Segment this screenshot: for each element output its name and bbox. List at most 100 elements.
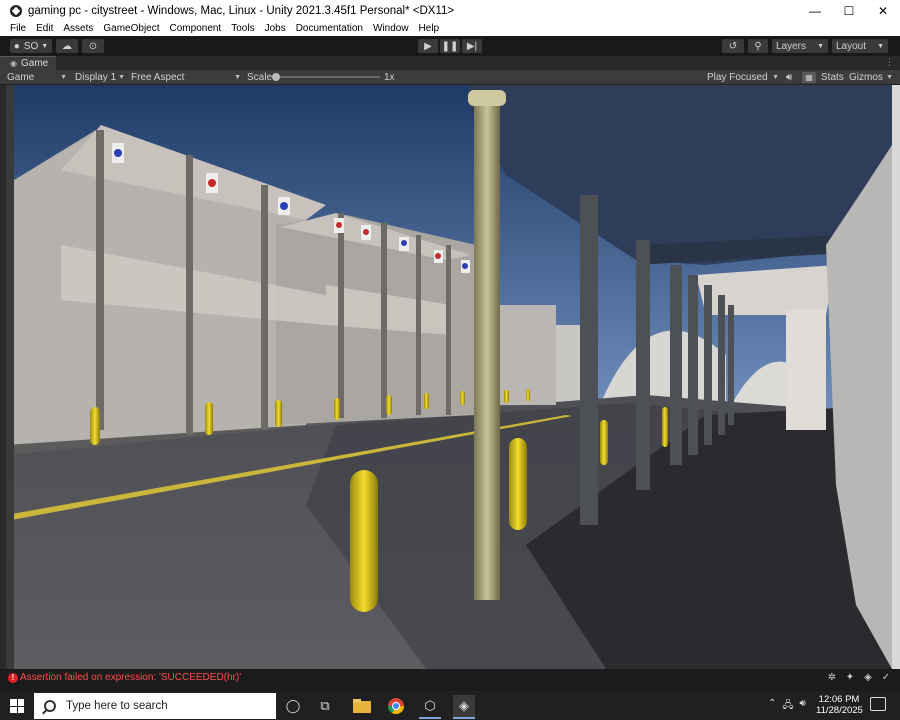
- chevron-down-icon: ▼: [118, 74, 125, 81]
- history-icon: ↺: [728, 40, 738, 52]
- aspect-dropdown[interactable]: Free Aspect ▼: [128, 71, 244, 84]
- wooden-pole-top: [468, 90, 506, 106]
- pause-button[interactable]: ❚❚: [440, 39, 460, 53]
- cloud-icon: ☁: [62, 40, 72, 52]
- active-indicator: [453, 717, 475, 719]
- menu-bar: File Edit Assets GameObject Component To…: [0, 22, 900, 36]
- search-icon: ⚲: [754, 40, 762, 52]
- wooden-pole: [474, 100, 500, 600]
- mute-audio-icon[interactable]: 🔊︎: [786, 71, 798, 84]
- windows-taskbar: Type here to search ◯ ⧉ ⬡ ◈ ⌃ 🖧︎ 🔊︎ 12:0…: [0, 691, 900, 720]
- window-titlebar: gaming pc - citystreet - Windows, Mac, L…: [0, 0, 900, 22]
- active-indicator: [419, 717, 441, 719]
- chevron-down-icon: ▼: [60, 74, 67, 81]
- chevron-down-icon: ▼: [886, 74, 893, 81]
- account-icon: ●: [13, 40, 20, 52]
- console-error-message[interactable]: Assertion failed on expression: 'SUCCEED…: [20, 672, 241, 683]
- cortana-icon[interactable]: ◯: [282, 695, 304, 717]
- scale-slider-handle[interactable]: [272, 73, 280, 81]
- display-dropdown[interactable]: Display 1 ▼: [72, 71, 128, 84]
- menu-file[interactable]: File: [0, 22, 31, 36]
- pause-icon: ❚❚: [441, 40, 459, 52]
- scene-render: [6, 85, 892, 669]
- menu-component[interactable]: Component: [165, 22, 227, 36]
- task-view-icon[interactable]: ⧉: [314, 695, 336, 717]
- chevron-down-icon: ▼: [41, 42, 49, 50]
- notification-icon[interactable]: [870, 697, 886, 711]
- menu-edit[interactable]: Edit: [31, 22, 58, 36]
- panel-tab-bar: ◉ Game ⋮: [0, 56, 900, 70]
- vsync-toggle-icon[interactable]: ▦: [802, 72, 816, 83]
- status-icons: ✲ ✦ ◈ ✓: [826, 672, 892, 684]
- tab-game[interactable]: ◉ Game: [0, 56, 57, 70]
- chrome-icon[interactable]: [385, 695, 407, 717]
- menu-window[interactable]: Window: [368, 22, 414, 36]
- taskbar-clock[interactable]: 12:06 PM 11/28/2025: [816, 694, 863, 716]
- windows-start-icon[interactable]: [10, 699, 24, 713]
- game-viewport[interactable]: [6, 85, 892, 669]
- layers-dropdown[interactable]: Layers ▼: [772, 39, 828, 53]
- more-options-icon[interactable]: ⋮: [885, 57, 894, 68]
- gamepad-icon: ◉: [10, 59, 17, 68]
- account-dropdown[interactable]: ● SO ▼: [10, 39, 52, 53]
- unity-logo-icon: [10, 5, 22, 17]
- step-button[interactable]: ▶|: [462, 39, 482, 53]
- menu-tools[interactable]: Tools: [226, 22, 259, 36]
- console-status-bar[interactable]: ! Assertion failed on expression: 'SUCCE…: [0, 669, 900, 691]
- play-mode-dropdown[interactable]: Play Focused ▼: [704, 71, 782, 84]
- tab-game-label: Game: [20, 58, 49, 69]
- gizmos-label: Gizmos: [849, 72, 883, 83]
- minimize-button[interactable]: —: [798, 0, 832, 22]
- menu-assets[interactable]: Assets: [58, 22, 98, 36]
- unity-editor-icon[interactable]: ◈: [453, 695, 475, 717]
- network-icon[interactable]: 🖧︎: [782, 698, 793, 715]
- layout-dropdown[interactable]: Layout ▼: [832, 39, 888, 53]
- scale-label: Scale: [247, 72, 273, 83]
- cache-icon[interactable]: ◈: [862, 672, 874, 684]
- taskbar-search-input[interactable]: Type here to search: [34, 693, 276, 719]
- scale-value: 1x: [384, 72, 395, 83]
- step-icon: ▶|: [466, 40, 478, 52]
- stats-button[interactable]: Stats: [821, 71, 844, 84]
- scale-slider[interactable]: [276, 76, 380, 78]
- main-toolbar: ● SO ▼ ☁ ⊙ ▶ ❚❚ ▶| ↺ ⚲ Layers ▼ Layout ▼: [0, 36, 900, 56]
- chevron-down-icon: ▼: [234, 74, 241, 81]
- close-button[interactable]: ✕: [866, 0, 900, 22]
- clock-date: 11/28/2025: [816, 705, 863, 716]
- system-tray: ⌃ 🖧︎ 🔊︎: [768, 698, 806, 715]
- layers-label: Layers: [776, 40, 807, 52]
- view-mode-dropdown[interactable]: Game ▼: [4, 71, 70, 84]
- cloud-button[interactable]: ☁: [56, 39, 78, 53]
- right-building-gap: [786, 310, 826, 430]
- clock-time: 12:06 PM: [818, 694, 860, 705]
- right-panel-edge: [892, 85, 900, 669]
- error-icon: !: [8, 673, 18, 683]
- gizmos-dropdown[interactable]: Gizmos ▼: [846, 71, 896, 84]
- chevron-down-icon: ▼: [877, 42, 884, 50]
- menu-jobs[interactable]: Jobs: [260, 22, 291, 36]
- search-icon: [44, 700, 56, 712]
- play-button[interactable]: ▶: [418, 39, 438, 53]
- collab-button[interactable]: ⊙: [82, 39, 104, 53]
- file-explorer-icon[interactable]: [351, 695, 373, 717]
- search-button[interactable]: ⚲: [748, 39, 768, 53]
- volume-icon[interactable]: 🔊︎: [800, 698, 806, 715]
- game-view-toolbar: Game ▼ Display 1 ▼ Free Aspect ▼ Scale 1…: [0, 70, 900, 85]
- settings-icon: ⊙: [88, 40, 98, 52]
- menu-help[interactable]: Help: [414, 22, 445, 36]
- chevron-up-icon[interactable]: ⌃: [768, 698, 776, 715]
- window-title: gaming pc - citystreet - Windows, Mac, L…: [28, 5, 455, 17]
- view-mode-label: Game: [7, 72, 35, 83]
- left-foreground-edge: [6, 85, 14, 669]
- bug-icon[interactable]: ✲: [826, 672, 838, 684]
- display-label: Display 1: [75, 72, 117, 83]
- undo-history-button[interactable]: ↺: [722, 39, 744, 53]
- chevron-down-icon: ▼: [817, 42, 824, 50]
- menu-documentation[interactable]: Documentation: [291, 22, 368, 36]
- unity-hub-icon[interactable]: ⬡: [419, 695, 441, 717]
- lighting-icon[interactable]: ✦: [844, 672, 856, 684]
- layout-label: Layout: [836, 40, 867, 52]
- menu-gameobject[interactable]: GameObject: [98, 22, 164, 36]
- check-icon[interactable]: ✓: [880, 672, 892, 684]
- maximize-button[interactable]: ☐: [832, 0, 866, 22]
